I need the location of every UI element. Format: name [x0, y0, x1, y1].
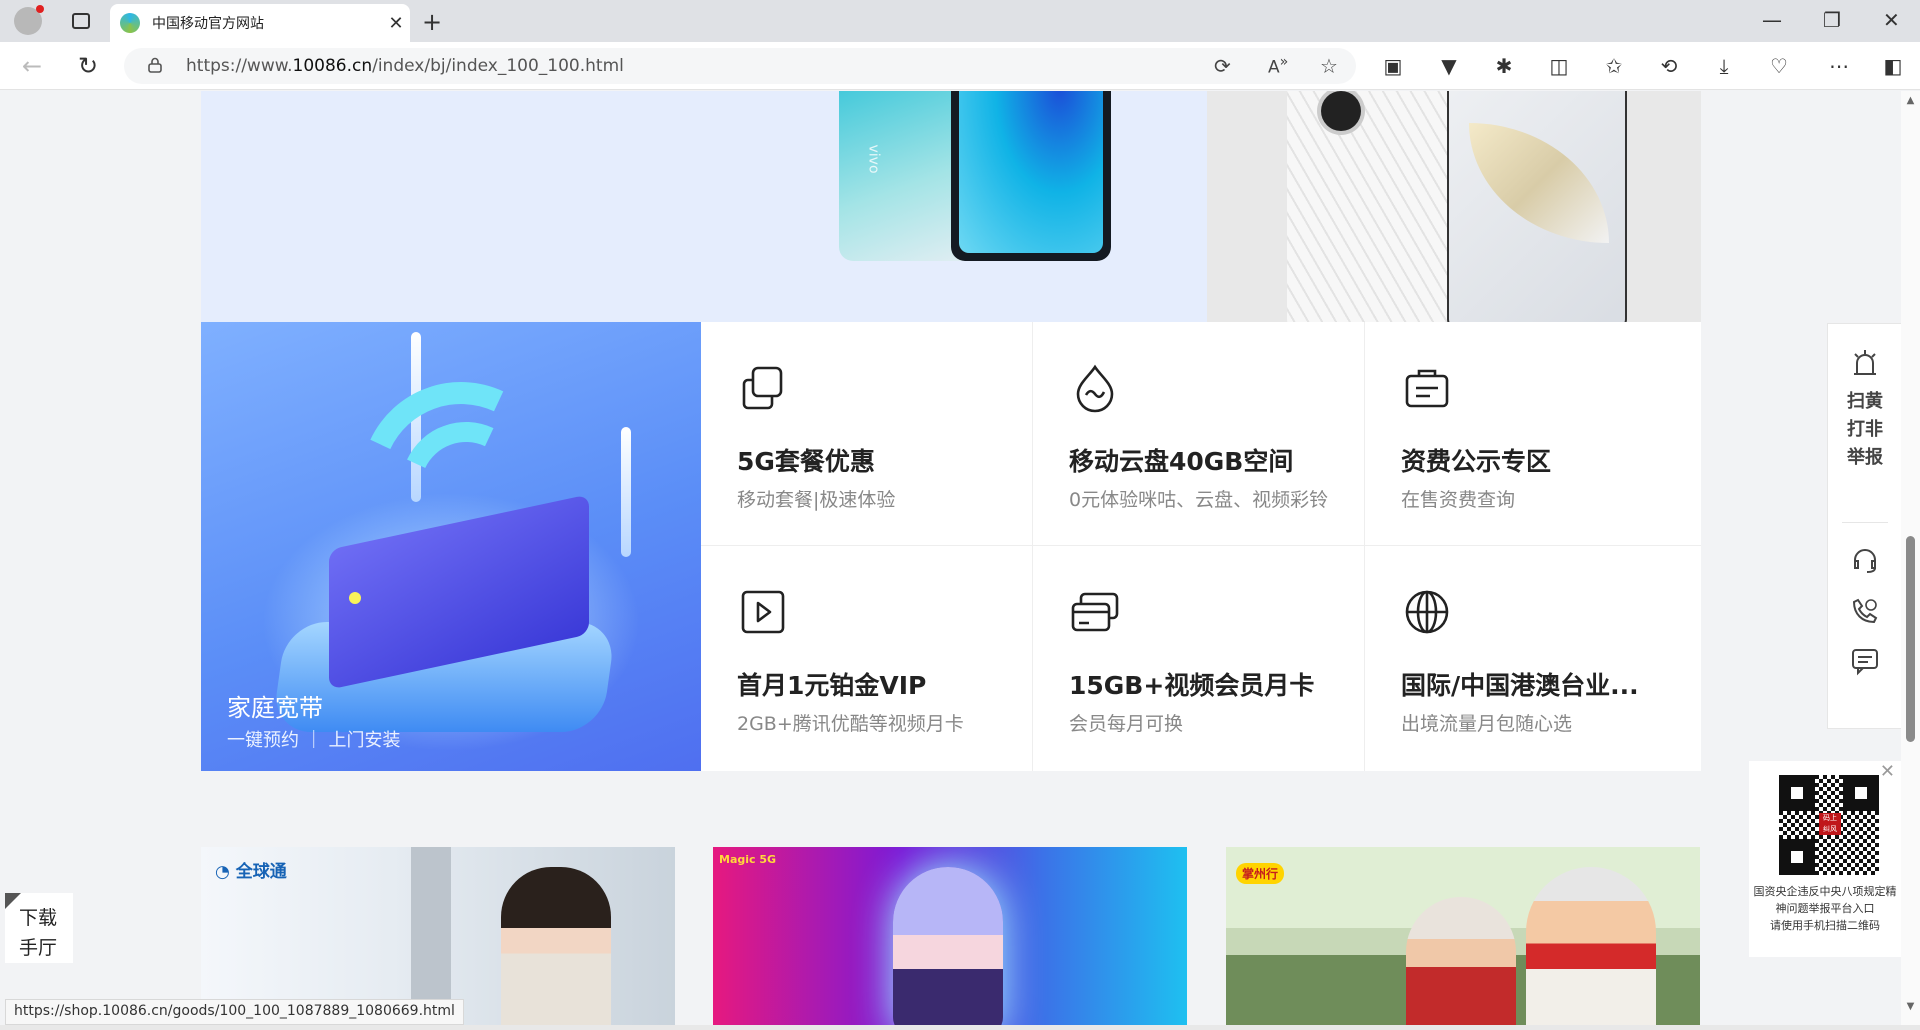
service-subtitle: 在售资费查询: [1401, 489, 1516, 511]
broadband-card[interactable]: 家庭宽带 一键预约 ｜ 上门安装: [201, 322, 701, 771]
new-tab-button[interactable]: +: [422, 8, 442, 36]
back-arrow-icon[interactable]: ←: [22, 52, 42, 80]
antenna-right: [621, 427, 631, 557]
copy-icon: [742, 366, 783, 410]
tab-active[interactable]: 中国移动官方网站 ✕: [110, 4, 410, 42]
siren-icon: [1854, 350, 1876, 375]
phone-brand-text: vivo: [865, 144, 882, 174]
message-icon[interactable]: [1850, 646, 1880, 676]
status-bar-url: https://shop.10086.cn/goods/100_100_1087…: [5, 999, 464, 1025]
broadband-title: 家庭宽带: [227, 694, 323, 722]
woman-phone-image: [501, 867, 611, 1025]
service-title: 5G套餐优惠: [737, 447, 875, 476]
download-icon[interactable]: ⤓: [1711, 54, 1737, 78]
url-field[interactable]: https://www.10086.cn/index/bj/index_100_…: [124, 48, 1356, 84]
briefcase-icon: [1405, 369, 1449, 408]
service-cloud-drive[interactable]: 移动云盘40GB空间 0元体验咪咕、云盘、视频彩铃: [1033, 322, 1365, 546]
report-button[interactable]: 扫黄打非举报: [1828, 348, 1901, 472]
promo-5g-game-card[interactable]: Magic 5G: [713, 847, 1187, 1025]
service-tariff[interactable]: 资费公示专区 在售资费查询: [1365, 322, 1701, 546]
service-title: 移动云盘40GB空间: [1069, 447, 1294, 476]
shield-vpn-icon[interactable]: ▼: [1436, 54, 1462, 78]
hero-banner-vivo[interactable]: vivo: [201, 91, 1207, 322]
tab-close-button[interactable]: ✕: [382, 13, 410, 34]
scroll-up-arrow-icon[interactable]: ▲: [1901, 95, 1920, 106]
scroll-thumb[interactable]: [1906, 536, 1915, 742]
profile-avatar-icon[interactable]: [14, 5, 44, 35]
broadband-subtitle: 一键预约 ｜ 上门安装: [227, 730, 401, 751]
puzzle-icon[interactable]: ✱: [1491, 54, 1517, 78]
china-mobile-favicon-icon: [120, 13, 140, 33]
qr-logo: 码上 纠风: [1819, 813, 1841, 835]
service-subtitle: 移动套餐|极速体验: [737, 489, 896, 511]
url-text[interactable]: https://www.10086.cn/index/bj/index_100_…: [186, 56, 624, 76]
phone-front-image: [951, 91, 1111, 261]
performance-icon[interactable]: ♡: [1766, 54, 1792, 78]
qr-close-button[interactable]: ✕: [1880, 761, 1895, 782]
service-5g-package[interactable]: 5G套餐优惠 移动套餐|极速体验: [701, 322, 1033, 546]
card-icon: [1071, 592, 1119, 632]
play-icon: [741, 590, 785, 634]
senior-man-image: [1526, 867, 1656, 1025]
globe-icon: [1405, 590, 1449, 634]
favorite-star-icon[interactable]: ☆: [1320, 54, 1338, 78]
sidebar-toggle-icon[interactable]: ◧: [1880, 54, 1906, 78]
split-screen-icon[interactable]: ◫: [1546, 54, 1572, 78]
more-icon[interactable]: ⋯: [1826, 54, 1852, 78]
virtual-avatar-image: [893, 867, 1003, 1025]
edge-refresh-icon[interactable]: ⟳: [1214, 54, 1231, 78]
service-subtitle: 会员每月可换: [1069, 713, 1184, 735]
phone-icon[interactable]: [1850, 596, 1880, 626]
refresh-icon[interactable]: ↻: [78, 52, 98, 80]
service-international[interactable]: 国际/中国港澳台业... 出境流量月包随心选: [1365, 546, 1701, 771]
close-window-button[interactable]: ✕: [1883, 8, 1900, 32]
page-viewport: vivo 家庭宽带 一键预约 ｜ 上门安装 5G套餐优惠 移动套餐|极速体验 移…: [5, 91, 1901, 1025]
service-subtitle: 0元体验咪咕、云盘、视频彩铃: [1069, 489, 1329, 511]
service-title: 首月1元铂金VIP: [737, 671, 927, 700]
history-icon[interactable]: ⟲: [1656, 54, 1682, 78]
favorites-icon[interactable]: ✩: [1601, 54, 1627, 78]
lock-icon[interactable]: [148, 57, 162, 73]
tab-title: 中国移动官方网站: [152, 16, 264, 32]
service-title: 国际/中国港澳台业...: [1401, 671, 1639, 700]
service-subtitle: 出境流量月包随心选: [1401, 713, 1573, 735]
minimize-button[interactable]: —: [1762, 8, 1782, 32]
router-led: [349, 592, 361, 604]
vertical-scrollbar[interactable]: ▲ ▼: [1901, 91, 1920, 1025]
floating-sidebar: 扫黄打非举报: [1827, 323, 1901, 729]
tab-actions-icon[interactable]: [72, 13, 90, 29]
extensions-icon[interactable]: ▣: [1380, 54, 1406, 78]
read-aloud-icon[interactable]: A»: [1268, 54, 1288, 78]
service-subtitle: 2GB+腾讯优酷等视频月卡: [737, 713, 964, 735]
download-app-button[interactable]: 下载手厅: [5, 893, 73, 963]
honor-phone-back-image: [1287, 91, 1447, 322]
scroll-down-arrow-icon[interactable]: ▼: [1901, 1001, 1920, 1012]
game-badge: Magic 5G: [719, 853, 777, 866]
restore-button[interactable]: ❐: [1823, 8, 1841, 32]
qr-caption: 国资央企违反中央八项规定精神问题举报平台入口 请使用手机扫描二维码: [1753, 885, 1897, 932]
service-video-card[interactable]: 15GB+视频会员月卡 会员每月可换: [1033, 546, 1365, 771]
service-title: 15GB+视频会员月卡: [1069, 671, 1315, 700]
address-bar: ← ↻ https://www.10086.cn/index/bj/index_…: [0, 42, 1920, 90]
report-label: 扫黄打非举报: [1847, 391, 1883, 468]
customer-service-icon[interactable]: [1850, 546, 1880, 576]
global-logo: ◔ 全球通: [215, 862, 287, 882]
promo-tag: 掌州行: [1236, 863, 1285, 884]
services-panel: 5G套餐优惠 移动套餐|极速体验 移动云盘40GB空间 0元体验咪咕、云盘、视频…: [701, 322, 1701, 771]
qr-report-panel: ✕ 码上 纠风 国资央企违反中央八项规定精神问题举报平台入口 请使用手机扫描二维码: [1749, 761, 1901, 957]
promo-seniors-card[interactable]: 掌州行: [1226, 847, 1700, 1025]
service-title: 资费公示专区: [1401, 447, 1552, 476]
service-vip[interactable]: 首月1元铂金VIP 2GB+腾讯优酷等视频月卡: [701, 546, 1033, 771]
cloud-drop-icon: [1076, 364, 1114, 413]
senior-woman-image: [1406, 897, 1516, 1025]
honor-phone-front-image: [1447, 91, 1627, 322]
qr-code-image: 码上 纠风: [1779, 775, 1879, 875]
hero-banner-honor[interactable]: [1207, 91, 1701, 322]
download-label: 下载手厅: [19, 907, 58, 959]
tab-bar: 中国移动官方网站 ✕ + — ❐ ✕: [0, 0, 1920, 42]
